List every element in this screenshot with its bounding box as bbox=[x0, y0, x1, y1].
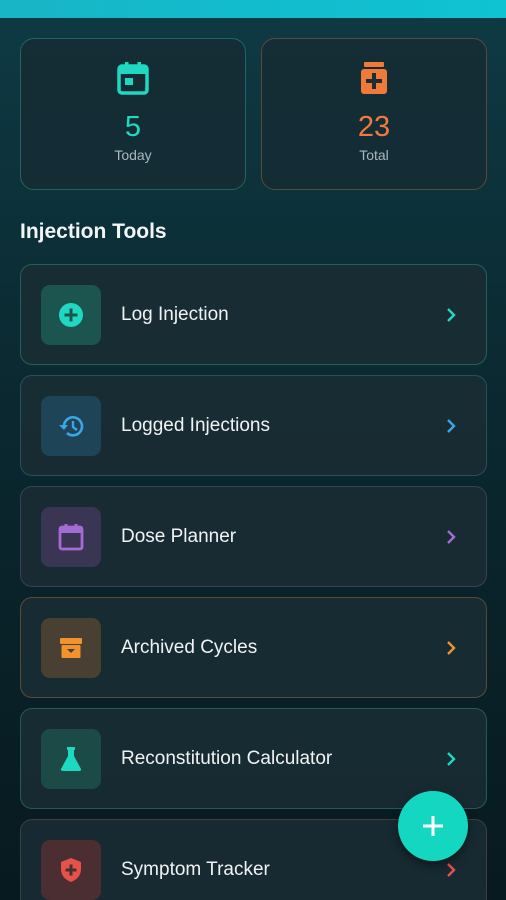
status-bar bbox=[0, 0, 506, 18]
tool-label: Symptom Tracker bbox=[121, 858, 270, 880]
tool-label: Archived Cycles bbox=[121, 636, 258, 658]
chevron-right-icon bbox=[447, 307, 456, 322]
add-fab-button[interactable] bbox=[398, 791, 468, 861]
tool-icon-tile bbox=[41, 506, 101, 567]
tool-dose-planner[interactable]: Dose Planner bbox=[20, 486, 487, 587]
today-count: 5 bbox=[124, 111, 142, 143]
tool-label: Dose Planner bbox=[121, 525, 237, 547]
total-stat-card[interactable]: 23 Total bbox=[261, 38, 487, 190]
add-circle-icon bbox=[59, 302, 83, 327]
today-label: Today bbox=[114, 147, 152, 163]
history-icon bbox=[59, 415, 84, 437]
stats-row: 5 Today 23 Total bbox=[20, 38, 487, 190]
chevron-right-icon bbox=[447, 418, 456, 433]
calendar-icon bbox=[58, 523, 84, 550]
tool-icon-tile bbox=[41, 617, 101, 678]
tool-icon-tile bbox=[41, 728, 101, 789]
archive-icon bbox=[60, 637, 82, 658]
calendar-icon bbox=[116, 61, 150, 95]
total-label: Total bbox=[359, 147, 389, 163]
tool-label: Log Injection bbox=[121, 303, 229, 325]
chevron-right-icon bbox=[447, 751, 456, 766]
chevron-right-icon bbox=[447, 640, 456, 655]
tool-archived-cycles[interactable]: Archived Cycles bbox=[20, 597, 487, 698]
tool-icon-tile bbox=[41, 284, 101, 345]
section-title: Injection Tools bbox=[20, 220, 167, 243]
chevron-right-icon bbox=[447, 862, 456, 877]
plus-icon bbox=[423, 816, 443, 836]
shield-plus-icon bbox=[61, 857, 81, 882]
total-count: 23 bbox=[357, 111, 391, 143]
tool-icon-tile bbox=[41, 839, 101, 900]
tool-icon-tile bbox=[41, 395, 101, 456]
tool-label: Logged Injections bbox=[121, 414, 270, 436]
medical-bag-icon bbox=[357, 61, 391, 95]
tool-label: Reconstitution Calculator bbox=[121, 747, 333, 769]
today-stat-card[interactable]: 5 Today bbox=[20, 38, 246, 190]
chevron-right-icon bbox=[447, 529, 456, 544]
tool-logged-injections[interactable]: Logged Injections bbox=[20, 375, 487, 476]
flask-icon bbox=[60, 746, 82, 771]
tool-log-injection[interactable]: Log Injection bbox=[20, 264, 487, 365]
